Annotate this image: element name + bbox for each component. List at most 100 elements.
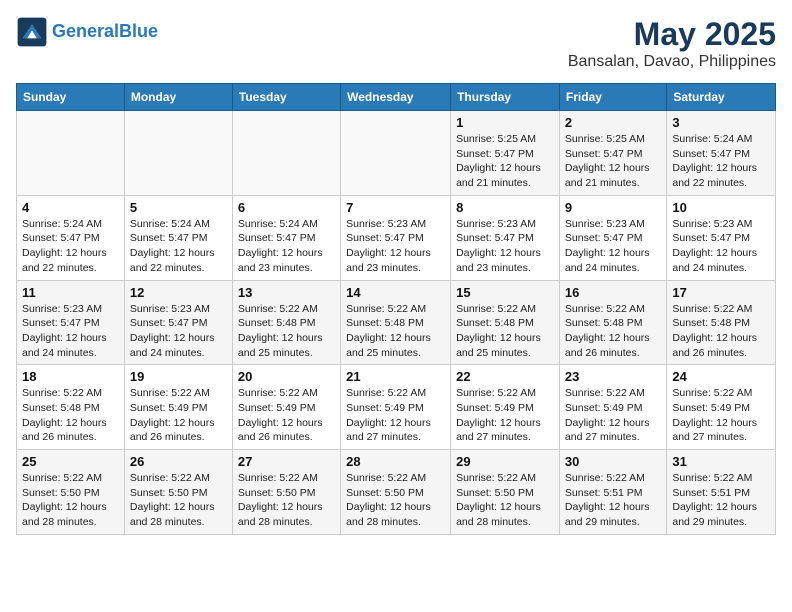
day-info: Sunrise: 5:22 AM Sunset: 5:49 PM Dayligh…: [456, 386, 554, 445]
day-info: Sunrise: 5:22 AM Sunset: 5:50 PM Dayligh…: [238, 471, 335, 530]
day-cell: 9 Sunrise: 5:23 AM Sunset: 5:47 PM Daylig…: [559, 195, 666, 280]
week-row-4: 18 Sunrise: 5:22 AM Sunset: 5:48 PM Dayli…: [17, 365, 776, 450]
day-number: 29: [456, 454, 554, 469]
day-cell: 23 Sunrise: 5:22 AM Sunset: 5:49 PM Dayli…: [559, 365, 666, 450]
day-cell: [232, 111, 340, 196]
day-number: 18: [22, 369, 119, 384]
calendar-header-row: SundayMondayTuesdayWednesdayThursdayFrid…: [17, 84, 776, 111]
day-number: 13: [238, 285, 335, 300]
day-info: Sunrise: 5:24 AM Sunset: 5:47 PM Dayligh…: [22, 217, 119, 276]
day-number: 9: [565, 200, 661, 215]
day-info: Sunrise: 5:25 AM Sunset: 5:47 PM Dayligh…: [565, 132, 661, 191]
day-info: Sunrise: 5:24 AM Sunset: 5:47 PM Dayligh…: [672, 132, 770, 191]
day-cell: 3 Sunrise: 5:24 AM Sunset: 5:47 PM Daylig…: [667, 111, 776, 196]
day-cell: 8Sunrise: 5:23 AM Sunset: 5:47 PM Daylig…: [451, 195, 560, 280]
day-cell: 5Sunrise: 5:24 AM Sunset: 5:47 PM Daylig…: [124, 195, 232, 280]
day-info: Sunrise: 5:24 AM Sunset: 5:47 PM Dayligh…: [238, 217, 335, 276]
day-number: 23: [565, 369, 661, 384]
header-saturday: Saturday: [667, 84, 776, 111]
day-info: Sunrise: 5:22 AM Sunset: 5:49 PM Dayligh…: [130, 386, 227, 445]
day-cell: 19Sunrise: 5:22 AM Sunset: 5:49 PM Dayli…: [124, 365, 232, 450]
logo-icon: [16, 16, 48, 48]
day-info: Sunrise: 5:22 AM Sunset: 5:48 PM Dayligh…: [238, 302, 335, 361]
day-cell: 24Sunrise: 5:22 AM Sunset: 5:49 PM Dayli…: [667, 365, 776, 450]
week-row-1: 1 Sunrise: 5:25 AM Sunset: 5:47 PM Daylig…: [17, 111, 776, 196]
day-cell: 18 Sunrise: 5:22 AM Sunset: 5:48 PM Dayli…: [17, 365, 125, 450]
day-cell: 28 Sunrise: 5:22 AM Sunset: 5:50 PM Dayli…: [341, 450, 451, 535]
day-number: 10: [672, 200, 770, 215]
day-number: 24: [672, 369, 770, 384]
day-number: 26: [130, 454, 227, 469]
logo-text: GeneralBlue: [52, 22, 158, 42]
day-number: 5: [130, 200, 227, 215]
day-number: 3: [672, 115, 770, 130]
day-number: 27: [238, 454, 335, 469]
day-cell: 2 Sunrise: 5:25 AM Sunset: 5:47 PM Daylig…: [559, 111, 666, 196]
day-number: 11: [22, 285, 119, 300]
day-info: Sunrise: 5:23 AM Sunset: 5:47 PM Dayligh…: [565, 217, 661, 276]
day-number: 6: [238, 200, 335, 215]
day-number: 8: [456, 200, 554, 215]
day-cell: 27 Sunrise: 5:22 AM Sunset: 5:50 PM Dayli…: [232, 450, 340, 535]
header-sunday: Sunday: [17, 84, 125, 111]
logo: GeneralBlue: [16, 16, 158, 48]
calendar-table: SundayMondayTuesdayWednesdayThursdayFrid…: [16, 83, 776, 535]
day-number: 21: [346, 369, 445, 384]
day-number: 1: [456, 115, 554, 130]
day-info: Sunrise: 5:22 AM Sunset: 5:50 PM Dayligh…: [22, 471, 119, 530]
day-info: Sunrise: 5:22 AM Sunset: 5:50 PM Dayligh…: [346, 471, 445, 530]
day-info: Sunrise: 5:22 AM Sunset: 5:50 PM Dayligh…: [130, 471, 227, 530]
calendar-title: May 2025: [568, 16, 776, 53]
day-info: Sunrise: 5:22 AM Sunset: 5:48 PM Dayligh…: [22, 386, 119, 445]
header-monday: Monday: [124, 84, 232, 111]
week-row-3: 11 Sunrise: 5:23 AM Sunset: 5:47 PM Dayli…: [17, 280, 776, 365]
day-cell: 29 Sunrise: 5:22 AM Sunset: 5:50 PM Dayli…: [451, 450, 560, 535]
day-cell: 7Sunrise: 5:23 AM Sunset: 5:47 PM Daylig…: [341, 195, 451, 280]
day-number: 7: [346, 200, 445, 215]
day-number: 12: [130, 285, 227, 300]
day-cell: 14 Sunrise: 5:22 AM Sunset: 5:48 PM Dayli…: [341, 280, 451, 365]
day-info: Sunrise: 5:22 AM Sunset: 5:51 PM Dayligh…: [565, 471, 661, 530]
day-info: Sunrise: 5:23 AM Sunset: 5:47 PM Dayligh…: [672, 217, 770, 276]
day-info: Sunrise: 5:22 AM Sunset: 5:48 PM Dayligh…: [346, 302, 445, 361]
day-info: Sunrise: 5:23 AM Sunset: 5:47 PM Dayligh…: [130, 302, 227, 361]
day-info: Sunrise: 5:22 AM Sunset: 5:49 PM Dayligh…: [565, 386, 661, 445]
day-number: 14: [346, 285, 445, 300]
day-cell: 17 Sunrise: 5:22 AM Sunset: 5:48 PM Dayli…: [667, 280, 776, 365]
header-tuesday: Tuesday: [232, 84, 340, 111]
day-number: 28: [346, 454, 445, 469]
day-number: 15: [456, 285, 554, 300]
day-cell: [17, 111, 125, 196]
day-cell: 31Sunrise: 5:22 AM Sunset: 5:51 PM Dayli…: [667, 450, 776, 535]
day-cell: 15Sunrise: 5:22 AM Sunset: 5:48 PM Dayli…: [451, 280, 560, 365]
title-block: May 2025 Bansalan, Davao, Philippines: [568, 16, 776, 71]
day-cell: 22 Sunrise: 5:22 AM Sunset: 5:49 PM Dayli…: [451, 365, 560, 450]
day-number: 22: [456, 369, 554, 384]
day-cell: 20Sunrise: 5:22 AM Sunset: 5:49 PM Dayli…: [232, 365, 340, 450]
day-cell: 11 Sunrise: 5:23 AM Sunset: 5:47 PM Dayli…: [17, 280, 125, 365]
day-number: 25: [22, 454, 119, 469]
header-friday: Friday: [559, 84, 666, 111]
day-cell: 1 Sunrise: 5:25 AM Sunset: 5:47 PM Daylig…: [451, 111, 560, 196]
day-number: 4: [22, 200, 119, 215]
day-info: Sunrise: 5:22 AM Sunset: 5:48 PM Dayligh…: [565, 302, 661, 361]
day-cell: 4 Sunrise: 5:24 AM Sunset: 5:47 PM Daylig…: [17, 195, 125, 280]
day-info: Sunrise: 5:22 AM Sunset: 5:48 PM Dayligh…: [672, 302, 770, 361]
header-wednesday: Wednesday: [341, 84, 451, 111]
day-info: Sunrise: 5:22 AM Sunset: 5:49 PM Dayligh…: [346, 386, 445, 445]
week-row-5: 25 Sunrise: 5:22 AM Sunset: 5:50 PM Dayli…: [17, 450, 776, 535]
logo-blue: Blue: [119, 21, 158, 41]
day-cell: 13 Sunrise: 5:22 AM Sunset: 5:48 PM Dayli…: [232, 280, 340, 365]
day-cell: [124, 111, 232, 196]
page-header: GeneralBlue May 2025 Bansalan, Davao, Ph…: [16, 16, 776, 71]
day-number: 30: [565, 454, 661, 469]
day-info: Sunrise: 5:25 AM Sunset: 5:47 PM Dayligh…: [456, 132, 554, 191]
day-info: Sunrise: 5:22 AM Sunset: 5:50 PM Dayligh…: [456, 471, 554, 530]
day-number: 20: [238, 369, 335, 384]
week-row-2: 4 Sunrise: 5:24 AM Sunset: 5:47 PM Daylig…: [17, 195, 776, 280]
day-info: Sunrise: 5:23 AM Sunset: 5:47 PM Dayligh…: [22, 302, 119, 361]
header-thursday: Thursday: [451, 84, 560, 111]
day-number: 2: [565, 115, 661, 130]
day-number: 17: [672, 285, 770, 300]
day-cell: 21 Sunrise: 5:22 AM Sunset: 5:49 PM Dayli…: [341, 365, 451, 450]
